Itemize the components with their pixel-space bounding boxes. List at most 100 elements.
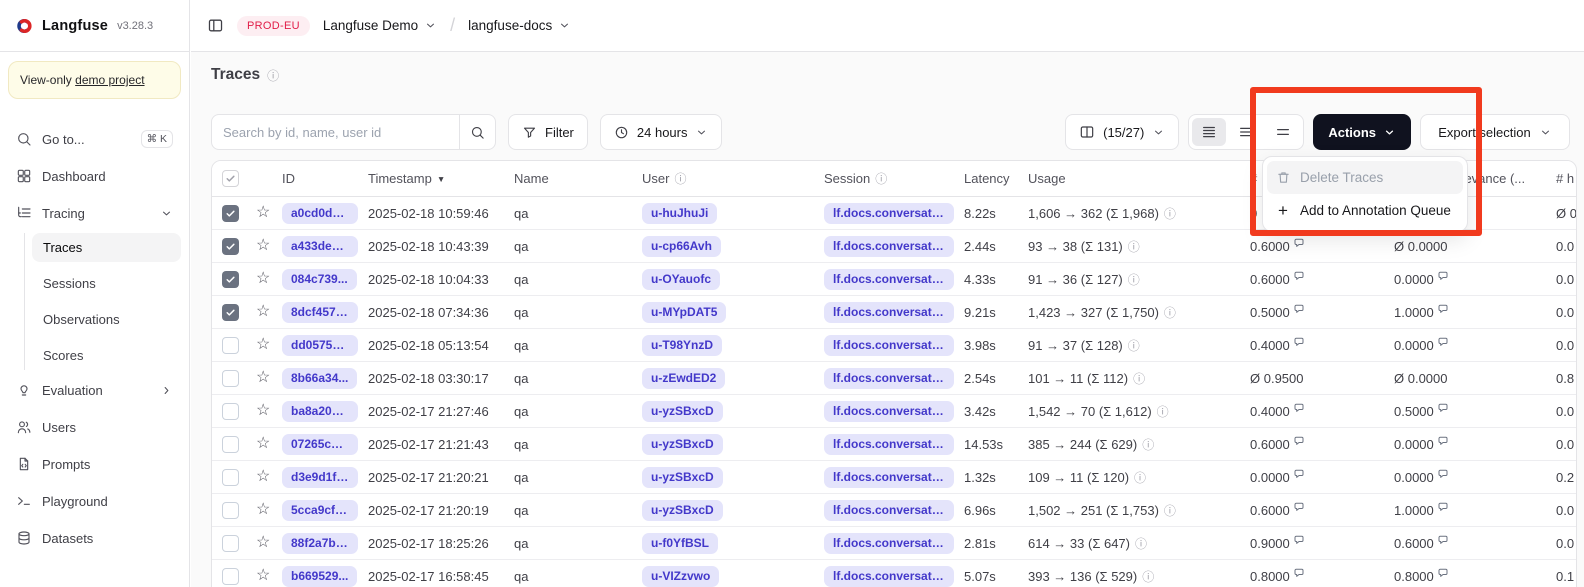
comment-bubble-icon[interactable] [1293,534,1305,546]
column-header-latency[interactable]: Latency [964,161,1028,197]
bookmark-star-icon[interactable]: ☆ [252,403,270,419]
menu-item-delete-traces[interactable]: Delete Traces [1267,161,1463,194]
export-selection-button[interactable]: Export selection [1420,114,1570,150]
row-height-medium-button[interactable] [1229,118,1263,146]
sidebar-item-observations[interactable]: Observations [32,305,181,334]
sidebar-item-tracing[interactable]: Tracing [8,198,181,228]
column-header-score_c[interactable]: # h [1556,161,1577,197]
row-checkbox[interactable] [222,436,239,453]
column-header-user[interactable]: Userⓘ [642,161,824,197]
column-header-usage[interactable]: Usage [1028,161,1250,197]
user-id-badge[interactable]: u-huJhuJi [642,203,717,224]
trace-id-badge[interactable]: 8dcf4574... [282,302,358,323]
comment-bubble-icon[interactable] [1293,567,1305,579]
session-id-badge[interactable]: lf.docs.conversation... [824,335,954,356]
sidebar-item-users[interactable]: Users [8,412,181,442]
sidebar-item-prompts[interactable]: Prompts [8,449,181,479]
row-checkbox[interactable] [222,403,239,420]
bookmark-star-icon[interactable]: ☆ [252,205,270,221]
trace-id-badge[interactable]: 07265c7a... [282,434,358,455]
session-id-badge[interactable]: lf.docs.conversation... [824,302,954,323]
column-header-id[interactable]: ID [282,161,368,197]
breadcrumb-organization[interactable]: Langfuse Demo [323,18,437,33]
comment-bubble-icon[interactable] [1293,336,1305,348]
sidebar-item-scores[interactable]: Scores [32,341,181,370]
sidebar-item-goto[interactable]: Go to...⌘ K [8,124,181,154]
row-checkbox[interactable] [222,337,239,354]
comment-bubble-icon[interactable] [1437,402,1449,414]
user-id-badge[interactable]: u-yzSBxcD [642,467,723,488]
user-id-badge[interactable]: u-MYpDAT5 [642,302,726,323]
trace-id-badge[interactable]: dd05753... [282,335,358,356]
comment-bubble-icon[interactable] [1437,270,1449,282]
user-id-badge[interactable]: u-OYauofc [642,269,720,290]
trace-id-badge[interactable]: b669529... [282,566,357,587]
sidebar-item-playground[interactable]: Playground [8,486,181,516]
row-height-small-button[interactable] [1192,118,1226,146]
menu-item-add-to-annotation-queue[interactable]: + Add to Annotation Queue [1267,194,1463,227]
row-checkbox[interactable] [222,502,239,519]
sidebar-item-sessions[interactable]: Sessions [32,269,181,298]
bookmark-star-icon[interactable]: ☆ [252,238,270,254]
search-icon[interactable] [459,115,495,149]
column-header-session[interactable]: Sessionⓘ [824,161,964,197]
actions-button[interactable]: Actions [1313,114,1411,150]
comment-bubble-icon[interactable] [1293,501,1305,513]
bookmark-star-icon[interactable]: ☆ [252,568,270,584]
user-id-badge[interactable]: u-yzSBxcD [642,434,723,455]
session-id-badge[interactable]: lf.docs.conversation... [824,500,954,521]
bookmark-star-icon[interactable]: ☆ [252,370,270,386]
comment-bubble-icon[interactable] [1437,567,1449,579]
comment-bubble-icon[interactable] [1293,237,1305,249]
comment-bubble-icon[interactable] [1437,336,1449,348]
time-range-button[interactable]: 24 hours [600,114,723,150]
trace-id-badge[interactable]: d3e9d1f2... [282,467,358,488]
sidebar-item-traces[interactable]: Traces [32,233,181,262]
user-id-badge[interactable]: u-VIZzvwo [642,566,719,587]
session-id-badge[interactable]: lf.docs.conversation... [824,236,954,257]
user-id-badge[interactable]: u-cp66Avh [642,236,721,257]
user-id-badge[interactable]: u-f0YfBSL [642,533,718,554]
comment-bubble-icon[interactable] [1293,435,1305,447]
trace-id-badge[interactable]: 88f2a7b0... [282,533,358,554]
row-checkbox[interactable] [222,469,239,486]
session-id-badge[interactable]: lf.docs.conversation... [824,203,954,224]
row-checkbox[interactable] [222,205,239,222]
comment-bubble-icon[interactable] [1293,468,1305,480]
session-id-badge[interactable]: lf.docs.conversation... [824,566,954,587]
session-id-badge[interactable]: lf.docs.conversation... [824,401,954,422]
row-checkbox[interactable] [222,370,239,387]
comment-bubble-icon[interactable] [1293,303,1305,315]
column-visibility-button[interactable]: (15/27) [1065,114,1179,150]
trace-id-badge[interactable]: 5cca9cf2... [282,500,358,521]
comment-bubble-icon[interactable] [1437,501,1449,513]
row-height-large-button[interactable] [1266,118,1300,146]
session-id-badge[interactable]: lf.docs.conversation... [824,269,954,290]
row-checkbox[interactable] [222,568,239,585]
trace-id-badge[interactable]: 8b66a34... [282,368,357,389]
user-id-badge[interactable]: u-T98YnzD [642,335,722,356]
comment-bubble-icon[interactable] [1293,402,1305,414]
bookmark-star-icon[interactable]: ☆ [252,337,270,353]
bookmark-star-icon[interactable]: ☆ [252,502,270,518]
comment-bubble-icon[interactable] [1437,468,1449,480]
comment-bubble-icon[interactable] [1437,303,1449,315]
select-all-checkbox[interactable] [222,170,239,187]
breadcrumb-project[interactable]: langfuse-docs [468,18,571,33]
comment-bubble-icon[interactable] [1437,435,1449,447]
sidebar-item-dashboard[interactable]: Dashboard [8,161,181,191]
row-checkbox[interactable] [222,535,239,552]
comment-bubble-icon[interactable] [1437,534,1449,546]
sidebar-item-datasets[interactable]: Datasets [8,523,181,553]
session-id-badge[interactable]: lf.docs.conversation... [824,434,954,455]
sidebar-item-evaluation[interactable]: Evaluation [8,375,181,405]
trace-id-badge[interactable]: a0cd0d9... [282,203,358,224]
column-header-timestamp[interactable]: Timestamp▼ [368,161,514,197]
row-checkbox[interactable] [222,238,239,255]
bookmark-star-icon[interactable]: ☆ [252,469,270,485]
session-id-badge[interactable]: lf.docs.conversation... [824,368,954,389]
column-header-sel[interactable] [212,161,252,197]
bookmark-star-icon[interactable]: ☆ [252,271,270,287]
user-id-badge[interactable]: u-yzSBxcD [642,500,723,521]
bookmark-star-icon[interactable]: ☆ [252,535,270,551]
